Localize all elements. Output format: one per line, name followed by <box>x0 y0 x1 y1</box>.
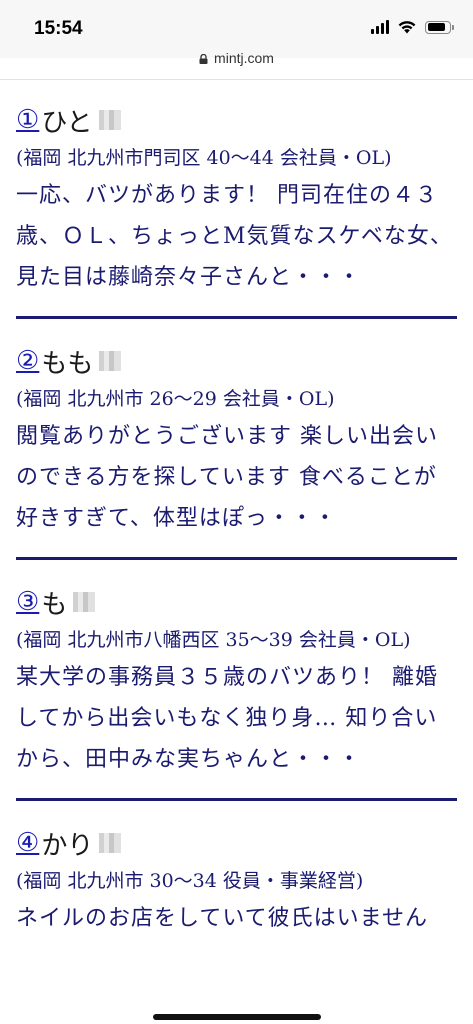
status-bar: 15:54 mintj.com <box>0 0 473 80</box>
blurred-name-image <box>99 833 122 853</box>
wifi-icon <box>398 21 416 34</box>
entry-name: も <box>41 589 68 620</box>
entry-header: ④ かり <box>16 821 457 865</box>
address-bar[interactable]: mintj.com <box>0 50 473 66</box>
entry-number-link[interactable]: ④ <box>16 830 39 856</box>
list-item: ① ひと (福岡 北九州市門司区 40〜44 会社員・OL) 一応、バツがありま… <box>0 98 473 298</box>
entry-meta: (福岡 北九州市門司区 40〜44 会社員・OL) <box>16 147 392 169</box>
divider <box>16 316 457 319</box>
entry-body: 某大学の事務員３５歳のバツあり！ 離婚してから出会いもなく独り身… 知り合いから… <box>16 665 438 772</box>
entry-header: ② もも <box>16 339 457 383</box>
entry-name: もも <box>41 348 94 379</box>
entry-header: ① ひと <box>16 98 457 142</box>
blurred-name-image <box>73 592 96 612</box>
entry-number-link[interactable]: ① <box>16 107 39 133</box>
url-text: mintj.com <box>214 50 274 66</box>
divider <box>16 557 457 560</box>
status-icons <box>371 20 454 34</box>
entry-name: ひと <box>41 107 93 138</box>
entry-meta: (福岡 北九州市 30〜34 役員・事業経営) <box>16 870 364 892</box>
lock-icon <box>199 54 208 64</box>
entry-body: 閲覧ありがとうございます 楽しい出会いのできる方を探しています 食べることが好き… <box>16 424 438 531</box>
entry-header: ③ も <box>16 580 457 624</box>
profile-list: ① ひと (福岡 北九州市門司区 40〜44 会社員・OL) 一応、バツがありま… <box>0 80 473 939</box>
home-indicator[interactable] <box>153 1014 321 1020</box>
entry-number-link[interactable]: ③ <box>16 589 39 615</box>
divider <box>16 798 457 801</box>
entry-body: ネイルのお店をしていて彼氏はいません <box>16 906 429 931</box>
entry-meta: (福岡 北九州市八幡西区 35〜39 会社員・OL) <box>16 629 411 651</box>
list-item: ④ かり (福岡 北九州市 30〜34 役員・事業経営) ネイルのお店をしていて… <box>0 821 473 939</box>
blurred-name-image <box>99 351 122 371</box>
cellular-signal-icon <box>371 20 389 34</box>
blurred-name-image <box>98 110 121 130</box>
entry-number-link[interactable]: ② <box>16 348 39 374</box>
entry-body: 一応、バツがあります！ 門司在住の４３歳、ＯＬ、ちょっとM気質なスケベな女、見た… <box>16 183 453 290</box>
list-item: ② もも (福岡 北九州市 26〜29 会社員・OL) 閲覧ありがとうございます… <box>0 339 473 539</box>
list-item: ③ も (福岡 北九州市八幡西区 35〜39 会社員・OL) 某大学の事務員３５… <box>0 580 473 780</box>
battery-icon <box>425 20 454 34</box>
battery-level <box>427 23 445 31</box>
entry-meta: (福岡 北九州市 26〜29 会社員・OL) <box>16 388 335 410</box>
entry-name: かり <box>41 830 94 861</box>
status-time: 15:54 <box>34 18 83 39</box>
